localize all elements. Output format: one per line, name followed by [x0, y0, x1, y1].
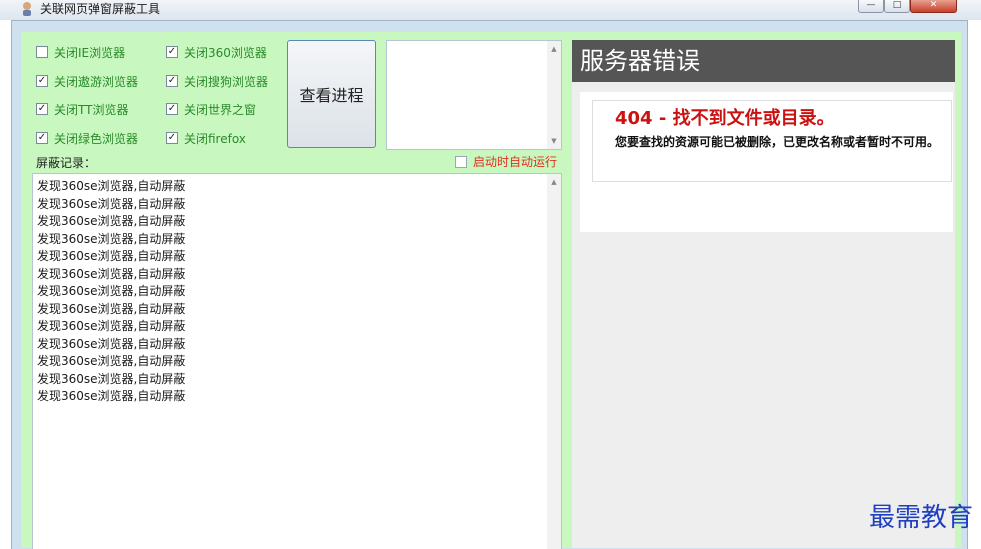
scroll-up-icon[interactable]: ▲ [547, 176, 561, 188]
log-textarea[interactable]: 发现360se浏览器,自动屏蔽 发现360se浏览器,自动屏蔽 发现360se浏… [32, 173, 562, 549]
checkbox-box[interactable] [455, 155, 467, 168]
checkbox-label: 关闭世界之窗 [184, 102, 257, 117]
log-line: 发现360se浏览器,自动屏蔽 [37, 214, 186, 228]
close-theworld-checkbox[interactable]: ✓ 关闭世界之窗 [166, 101, 256, 117]
error-content: 404 - 找不到文件或目录。 您要查找的资源可能已被删除，已更改名称或者暂时不… [580, 92, 953, 232]
autostart-checkbox[interactable]: 启动时自动运行 [455, 153, 557, 170]
log-line: 发现360se浏览器,自动屏蔽 [37, 389, 186, 403]
checkbox-label: 启动时自动运行 [473, 155, 558, 169]
close-tt-checkbox[interactable]: ✓ 关闭TT浏览器 [36, 101, 128, 117]
log-line: 发现360se浏览器,自动屏蔽 [37, 354, 186, 368]
log-line: 发现360se浏览器,自动屏蔽 [37, 231, 186, 246]
checkbox-box[interactable]: ✓ [36, 103, 48, 115]
close-firefox-checkbox[interactable]: ✓ 关闭firefox [166, 130, 246, 146]
log-line: 发现360se浏览器,自动屏蔽 [37, 179, 186, 193]
log-line: 发现360se浏览器,自动屏蔽 [37, 249, 186, 263]
error-card: 404 - 找不到文件或目录。 您要查找的资源可能已被删除，已更改名称或者暂时不… [592, 100, 952, 182]
checkbox-box[interactable]: ✓ [166, 75, 178, 87]
checkbox-box[interactable]: ✓ [36, 132, 48, 144]
checkbox-box[interactable]: ✓ [166, 46, 178, 58]
log-line: 发现360se浏览器,自动屏蔽 [37, 266, 186, 281]
close-360-checkbox[interactable]: ✓ 关闭360浏览器 [166, 44, 267, 60]
minimize-button[interactable]: — [858, 0, 884, 13]
checkbox-box[interactable]: ✓ [166, 132, 178, 144]
error-page-header: 服务器错误 [572, 40, 955, 82]
title-bar: 关联网页弹窗屏蔽工具 — □ ✕ [0, 0, 981, 20]
log-label: 屏蔽记录： [36, 156, 97, 170]
checkbox-box[interactable] [36, 46, 48, 58]
web-browser-panel: 服务器错误 404 - 找不到文件或目录。 您要查找的资源可能已被删除，已更改名… [572, 40, 955, 548]
checkbox-label: 关闭firefox [184, 131, 246, 146]
app-icon [23, 2, 31, 16]
log-line: 发现360se浏览器,自动屏蔽 [37, 284, 186, 298]
log-line: 发现360se浏览器,自动屏蔽 [37, 301, 186, 316]
checkbox-label: 关闭TT浏览器 [54, 102, 129, 117]
close-ie-checkbox[interactable]: 关闭IE浏览器 [36, 44, 125, 60]
log-line: 发现360se浏览器,自动屏蔽 [37, 319, 186, 333]
checkbox-label: 关闭360浏览器 [184, 45, 267, 60]
error-title: 404 - 找不到文件或目录。 [615, 108, 835, 129]
checkbox-box[interactable]: ✓ [36, 75, 48, 87]
checkbox-label: 关闭搜狗浏览器 [184, 74, 269, 89]
checkbox-label: 关闭绿色浏览器 [54, 131, 139, 146]
close-maxthon-checkbox[interactable]: ✓ 关闭遨游浏览器 [36, 73, 138, 89]
scrollbar[interactable]: ▲ [547, 174, 561, 549]
view-process-button[interactable]: 查看进程 [287, 40, 376, 148]
scrollbar[interactable]: ▲ ▼ [547, 41, 561, 149]
log-line: 发现360se浏览器,自动屏蔽 [37, 196, 186, 211]
watermark: 最需教育 [868, 503, 973, 533]
close-button[interactable]: ✕ [910, 0, 957, 13]
scroll-up-icon[interactable]: ▲ [547, 43, 561, 55]
log-line: 发现360se浏览器,自动屏蔽 [37, 371, 186, 386]
checkbox-label: 关闭遨游浏览器 [54, 74, 139, 89]
log-line: 发现360se浏览器,自动屏蔽 [37, 336, 186, 351]
error-description: 您要查找的资源可能已被删除，已更改名称或者暂时不可用。 [615, 135, 940, 149]
scroll-down-icon[interactable]: ▼ [547, 135, 561, 147]
close-sogou-checkbox[interactable]: ✓ 关闭搜狗浏览器 [166, 73, 268, 89]
process-output-box[interactable]: ▲ ▼ [386, 40, 562, 150]
checkbox-label: 关闭IE浏览器 [54, 45, 126, 60]
checkbox-box[interactable]: ✓ [166, 103, 178, 115]
log-lines: 发现360se浏览器,自动屏蔽 发现360se浏览器,自动屏蔽 发现360se浏… [37, 178, 185, 406]
close-green-browser-checkbox[interactable]: ✓ 关闭绿色浏览器 [36, 130, 138, 146]
window-title: 关联网页弹窗屏蔽工具 [40, 2, 161, 16]
maximize-button[interactable]: □ [884, 0, 910, 13]
